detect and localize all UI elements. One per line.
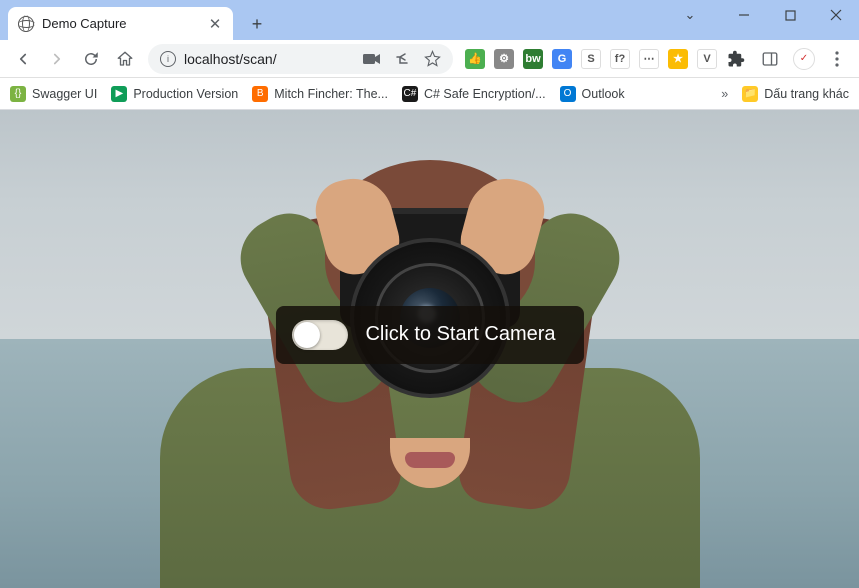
close-window-button[interactable] [813, 0, 859, 30]
ext-translate[interactable]: G [552, 49, 572, 69]
ext-star[interactable]: ★ [668, 49, 688, 69]
ext-s[interactable]: S [581, 49, 601, 69]
folder-icon: 📁 [742, 86, 758, 102]
camera-toggle-label: Click to Start Camera [365, 323, 555, 346]
bookmark-icon: C# [402, 86, 418, 102]
bookmark-icon: {} [10, 86, 26, 102]
browser-menu-button[interactable] [823, 45, 851, 73]
bookmark-label: Mitch Fincher: The... [274, 87, 388, 101]
side-panel-icon[interactable] [755, 44, 785, 74]
globe-icon [18, 16, 34, 32]
bookmark-star-icon[interactable] [423, 50, 441, 68]
profile-avatar[interactable]: ✓ [789, 44, 819, 74]
ext-dots[interactable]: ⋯ [639, 49, 659, 69]
page-content: Click to Start Camera [0, 110, 859, 588]
ext-gear[interactable]: ⚙ [494, 49, 514, 69]
browser-toolbar: i localhost/scan/ 👍 ⚙ bw GSf? ⋯ ★ V ✓ [0, 40, 859, 78]
bookmarks-overflow-chevron[interactable]: » [721, 87, 728, 101]
bookmark-icon: ▶ [111, 86, 127, 102]
ext-bw[interactable]: bw [523, 49, 543, 69]
bookmark-item[interactable]: B Mitch Fincher: The... [252, 86, 388, 102]
share-icon[interactable] [393, 50, 411, 68]
bookmark-item[interactable]: O Outlook [560, 86, 625, 102]
window-controls: ⌄ [667, 0, 859, 30]
bookmark-item[interactable]: {} Swagger UI [10, 86, 97, 102]
camera-toggle[interactable] [291, 320, 347, 350]
address-bar[interactable]: i localhost/scan/ [148, 44, 453, 74]
extensions-row: 👍 ⚙ bw GSf? ⋯ ★ V [465, 49, 717, 69]
bookmark-icon: O [560, 86, 576, 102]
home-button[interactable] [110, 44, 140, 74]
new-tab-button[interactable]: + [243, 10, 271, 38]
close-tab-button[interactable]: ✕ [207, 16, 223, 32]
forward-button[interactable] [42, 44, 72, 74]
chevron-down-icon[interactable]: ⌄ [667, 0, 713, 30]
ext-f[interactable]: f? [610, 49, 630, 69]
tab-title: Demo Capture [42, 16, 199, 31]
other-bookmarks-label: Dấu trang khác [764, 87, 849, 101]
bookmark-item[interactable]: C# C# Safe Encryption/... [402, 86, 546, 102]
back-button[interactable] [8, 44, 38, 74]
reload-button[interactable] [76, 44, 106, 74]
site-info-icon[interactable]: i [160, 51, 176, 67]
bookmark-label: Outlook [582, 87, 625, 101]
bookmark-label: Production Version [133, 87, 238, 101]
camera-start-overlay: Click to Start Camera [275, 306, 583, 364]
browser-tab[interactable]: Demo Capture ✕ [8, 7, 233, 40]
ext-green-thumb[interactable]: 👍 [465, 49, 485, 69]
bookmarks-overflow: » 📁 Dấu trang khác [721, 86, 849, 102]
bookmark-label: C# Safe Encryption/... [424, 87, 546, 101]
bookmark-label: Swagger UI [32, 87, 97, 101]
ext-v[interactable]: V [697, 49, 717, 69]
bookmark-item[interactable]: ▶ Production Version [111, 86, 238, 102]
toggle-knob [293, 322, 319, 348]
camera-icon[interactable] [363, 50, 381, 68]
url-text: localhost/scan/ [184, 51, 355, 67]
maximize-button[interactable] [767, 0, 813, 30]
minimize-button[interactable] [721, 0, 767, 30]
browser-titlebar: Demo Capture ✕ + ⌄ [0, 0, 859, 40]
other-bookmarks[interactable]: 📁 Dấu trang khác [742, 86, 849, 102]
bookmark-icon: B [252, 86, 268, 102]
bookmarks-bar: {} Swagger UI ▶ Production Version B Mitch Fi… [0, 78, 859, 110]
extensions-puzzle-icon[interactable] [721, 44, 751, 74]
